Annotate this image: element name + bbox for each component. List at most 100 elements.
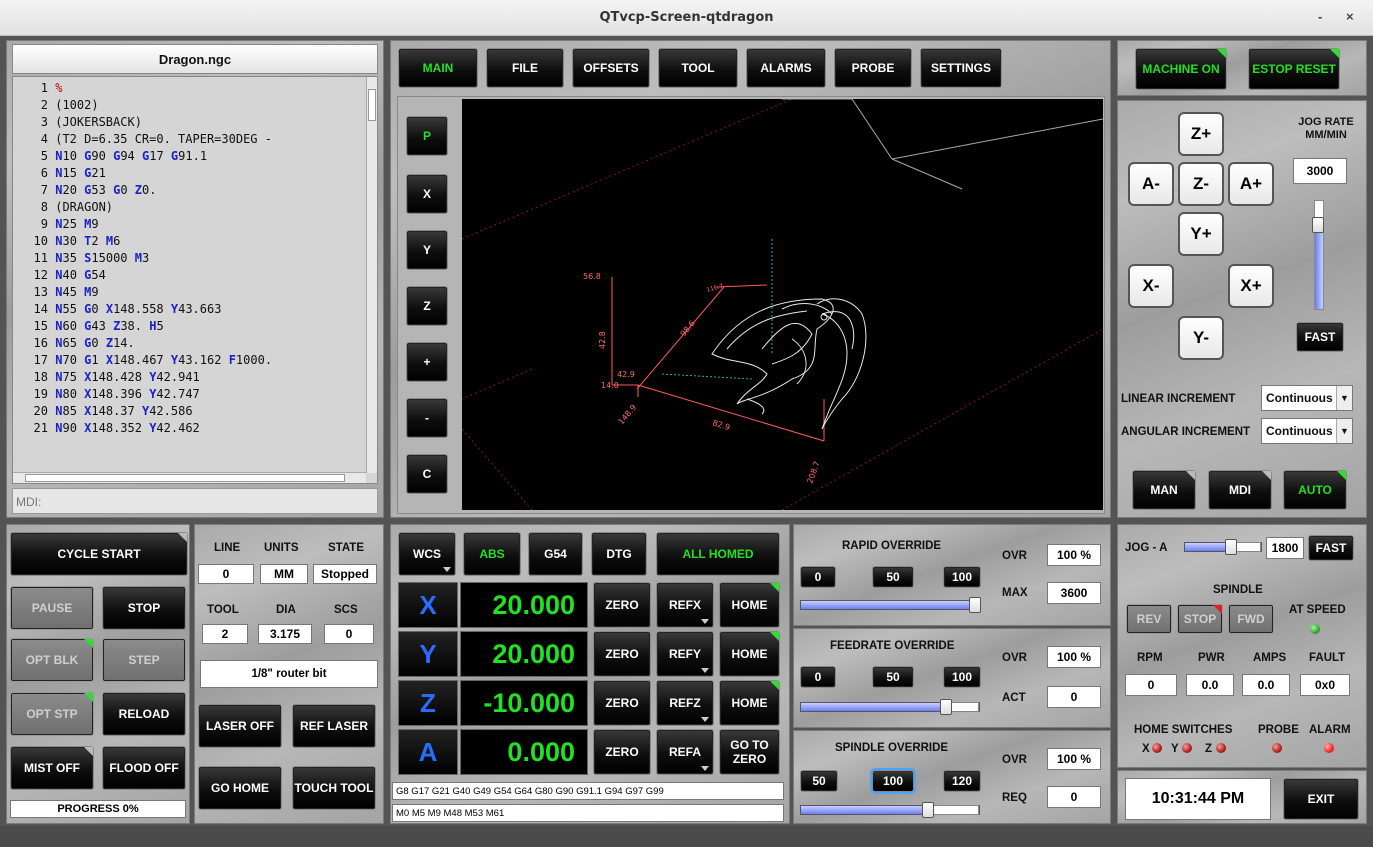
jog-rate-slider[interactable] bbox=[1312, 200, 1324, 310]
step-button[interactable]: STEP bbox=[102, 638, 186, 682]
gcode-line[interactable]: 11 N35 S15000 M3 bbox=[12, 250, 368, 267]
home-y-button[interactable]: HOME bbox=[719, 631, 780, 677]
feed-50-button[interactable]: 50 bbox=[872, 666, 914, 688]
gcode-line[interactable]: 9 N25 M9 bbox=[12, 216, 368, 233]
jog-z-plus-button[interactable]: Z+ bbox=[1178, 112, 1224, 156]
gcode-line[interactable]: 21 N90 X148.352 Y42.462 bbox=[12, 420, 368, 437]
refz-button[interactable]: REFZ bbox=[656, 680, 714, 726]
tab-probe[interactable]: PROBE bbox=[834, 48, 912, 88]
close-button[interactable]: × bbox=[1346, 9, 1354, 24]
all-homed-button[interactable]: ALL HOMED bbox=[656, 532, 780, 576]
jog-x-minus-button[interactable]: X- bbox=[1128, 264, 1174, 308]
jog-a-plus-button[interactable]: A+ bbox=[1228, 162, 1274, 206]
abs-button[interactable]: ABS bbox=[463, 532, 521, 576]
gcode-line[interactable]: 19 N80 X148.396 Y42.747 bbox=[12, 386, 368, 403]
axis-a-button[interactable]: A bbox=[398, 729, 458, 775]
minimize-button[interactable]: - bbox=[1318, 9, 1322, 24]
gcode-line[interactable]: 12 N40 G54 bbox=[12, 267, 368, 284]
gcode-line[interactable]: 7 N20 G53 G0 Z0. bbox=[12, 182, 368, 199]
toolpath-preview[interactable]: 56.8 42.8 98.6 14.0 42.9 148.9 82.9 208.… bbox=[462, 99, 1103, 510]
rapid-0-button[interactable]: 0 bbox=[800, 566, 836, 588]
linear-increment-select[interactable]: Continuous ▼ bbox=[1261, 385, 1353, 411]
gcode-line[interactable]: 3 (JOKERSBACK) bbox=[12, 114, 368, 131]
jog-y-plus-button[interactable]: Y+ bbox=[1178, 212, 1224, 256]
gcode-line[interactable]: 14 N55 G0 X148.558 Y43.663 bbox=[12, 301, 368, 318]
gcode-line[interactable]: 10 N30 T2 M6 bbox=[12, 233, 368, 250]
gcode-line[interactable]: 17 N70 G1 X148.467 Y43.162 F1000. bbox=[12, 352, 368, 369]
gcode-line[interactable]: 4 (T2 D=6.35 CR=0. TAPER=30DEG - bbox=[12, 131, 368, 148]
spindle-rev-button[interactable]: REV bbox=[1126, 604, 1172, 634]
mdi-input[interactable]: MDI: bbox=[12, 488, 378, 514]
rapid-50-button[interactable]: 50 bbox=[872, 566, 914, 588]
mode-auto-button[interactable]: AUTO bbox=[1283, 470, 1347, 510]
feed-100-button[interactable]: 100 bbox=[943, 666, 981, 688]
jog-z-minus-button[interactable]: Z- bbox=[1178, 162, 1224, 206]
feed-override-slider[interactable] bbox=[800, 699, 980, 715]
spindle-stop-button[interactable]: STOP bbox=[1177, 604, 1223, 634]
wcs-button[interactable]: WCS bbox=[398, 532, 456, 576]
jog-y-minus-button[interactable]: Y- bbox=[1178, 316, 1224, 360]
g54-button[interactable]: G54 bbox=[528, 532, 583, 576]
gcode-line[interactable]: 18 N75 X148.428 Y42.941 bbox=[12, 369, 368, 386]
gcode-line[interactable]: 15 N60 G43 Z38. H5 bbox=[12, 318, 368, 335]
spindle-50-button[interactable]: 50 bbox=[800, 770, 838, 792]
gcode-vscrollbar[interactable] bbox=[366, 77, 377, 473]
refy-button[interactable]: REFY bbox=[656, 631, 714, 677]
clear-button[interactable]: C bbox=[406, 454, 448, 494]
home-x-button[interactable]: HOME bbox=[719, 582, 780, 628]
gcode-line[interactable]: 5 N10 G90 G94 G17 G91.1 bbox=[12, 148, 368, 165]
reload-button[interactable]: RELOAD bbox=[102, 692, 186, 736]
view-x-button[interactable]: X bbox=[406, 174, 448, 214]
refx-button[interactable]: REFX bbox=[656, 582, 714, 628]
jog-a-slider[interactable] bbox=[1184, 539, 1262, 555]
feed-0-button[interactable]: 0 bbox=[800, 666, 836, 688]
spindle-fwd-button[interactable]: FWD bbox=[1228, 604, 1274, 634]
zero-y-button[interactable]: ZERO bbox=[593, 631, 651, 677]
go-home-button[interactable]: GO HOME bbox=[198, 766, 282, 810]
gcode-line[interactable]: 16 N65 G0 Z14. bbox=[12, 335, 368, 352]
spindle-120-button[interactable]: 120 bbox=[943, 770, 981, 792]
tab-file[interactable]: FILE bbox=[486, 48, 564, 88]
stop-button[interactable]: STOP bbox=[102, 586, 186, 630]
dtg-button[interactable]: DTG bbox=[591, 532, 647, 576]
zero-x-button[interactable]: ZERO bbox=[593, 582, 651, 628]
estop-reset-button[interactable]: ESTOP RESET bbox=[1248, 48, 1340, 90]
machine-on-button[interactable]: MACHINE ON bbox=[1135, 48, 1227, 90]
gcode-line[interactable]: 20 N85 X148.37 Y42.586 bbox=[12, 403, 368, 420]
gcode-line[interactable]: 8 (DRAGON) bbox=[12, 199, 368, 216]
mode-man-button[interactable]: MAN bbox=[1132, 470, 1196, 510]
spindle-override-slider[interactable] bbox=[800, 802, 980, 818]
axis-x-button[interactable]: X bbox=[398, 582, 458, 628]
jog-a-minus-button[interactable]: A- bbox=[1128, 162, 1174, 206]
gcode-line[interactable]: 1 % bbox=[12, 80, 368, 97]
rapid-override-slider[interactable] bbox=[800, 597, 981, 613]
zoom-out-button[interactable]: - bbox=[406, 398, 448, 438]
touch-tool-button[interactable]: TOUCH TOOL bbox=[292, 766, 376, 810]
view-z-button[interactable]: Z bbox=[406, 286, 448, 326]
tab-settings[interactable]: SETTINGS bbox=[920, 48, 1002, 88]
tab-tool[interactable]: TOOL bbox=[658, 48, 738, 88]
exit-button[interactable]: EXIT bbox=[1283, 778, 1359, 820]
zero-z-button[interactable]: ZERO bbox=[593, 680, 651, 726]
refa-button[interactable]: REFA bbox=[656, 729, 714, 775]
gcode-hscrollbar[interactable] bbox=[13, 472, 366, 483]
axis-z-button[interactable]: Z bbox=[398, 680, 458, 726]
flood-button[interactable]: FLOOD OFF bbox=[102, 746, 186, 790]
cycle-start-button[interactable]: CYCLE START bbox=[10, 532, 188, 576]
spindle-100-button[interactable]: 100 bbox=[872, 770, 914, 792]
laser-button[interactable]: LASER OFF bbox=[198, 704, 282, 748]
jog-fast-button[interactable]: FAST bbox=[1296, 322, 1344, 352]
angular-increment-select[interactable]: Continuous ▼ bbox=[1261, 418, 1353, 444]
tab-alarms[interactable]: ALARMS bbox=[746, 48, 826, 88]
zoom-in-button[interactable]: + bbox=[406, 342, 448, 382]
gcode-line[interactable]: 2 (1002) bbox=[12, 97, 368, 114]
zero-a-button[interactable]: ZERO bbox=[593, 729, 651, 775]
jog-x-plus-button[interactable]: X+ bbox=[1228, 264, 1274, 308]
tab-main[interactable]: MAIN bbox=[398, 48, 478, 88]
ref-laser-button[interactable]: REF LASER bbox=[292, 704, 376, 748]
mode-mdi-button[interactable]: MDI bbox=[1208, 470, 1272, 510]
home-z-button[interactable]: HOME bbox=[719, 680, 780, 726]
opt-stp-button[interactable]: OPT STP bbox=[10, 692, 94, 736]
gcode-line[interactable]: 13 N45 M9 bbox=[12, 284, 368, 301]
jog-a-fast-button[interactable]: FAST bbox=[1308, 535, 1354, 561]
